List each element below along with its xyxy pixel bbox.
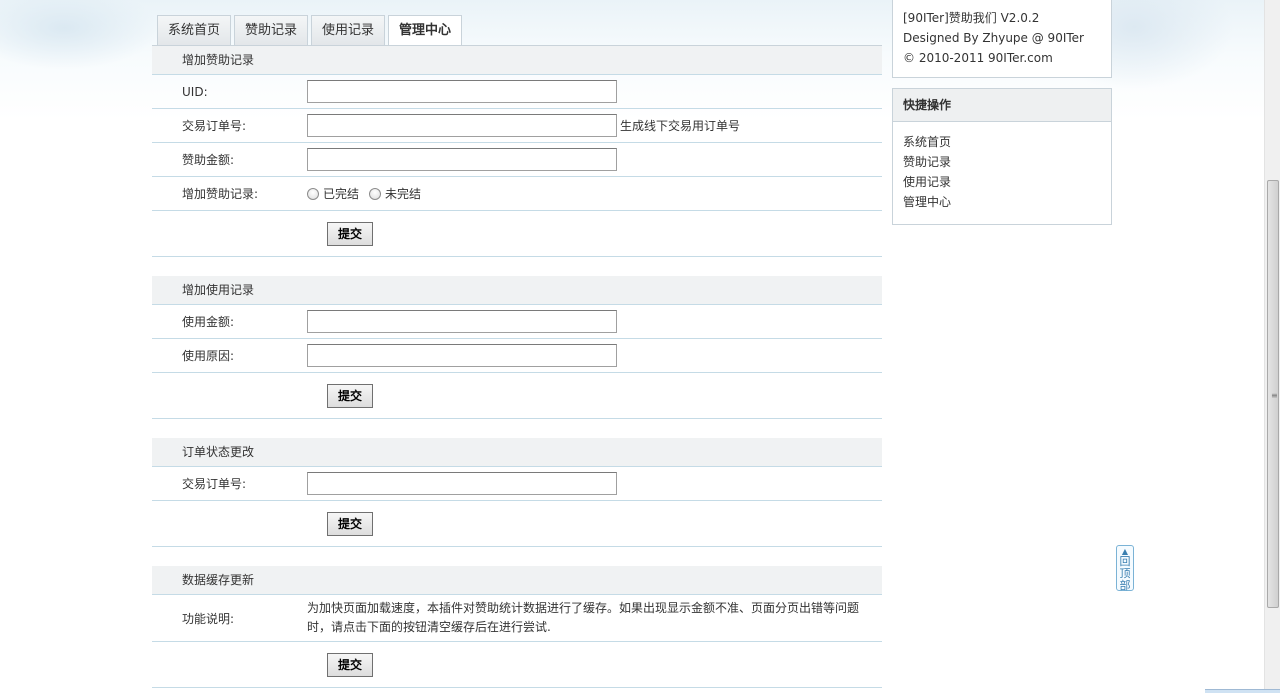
form-row-order: 交易订单号: 生成线下交易用订单号 xyxy=(152,109,882,143)
cache-description-row: 功能说明: 为加快页面加载速度，本插件对赞助统计数据进行了缓存。如果出现显示金额… xyxy=(152,595,882,642)
form-row-amount: 赞助金额: xyxy=(152,143,882,177)
quick-actions-panel: 快捷操作 系统首页 赞助记录 使用记录 管理中心 xyxy=(892,88,1112,225)
status-label: 增加赞助记录: xyxy=(182,187,259,201)
uid-input[interactable] xyxy=(307,80,617,103)
status-order-input[interactable] xyxy=(307,472,617,495)
order-number-input[interactable] xyxy=(307,114,617,137)
order-number-label: 交易订单号: xyxy=(182,119,247,133)
radio-incomplete-label: 未完结 xyxy=(385,187,422,201)
radio-incomplete-circle[interactable] xyxy=(369,187,382,200)
form-row-status: 增加赞助记录: 已完结 未完结 xyxy=(152,177,882,211)
scrollbar-thumb[interactable]: ≡ xyxy=(1267,180,1279,608)
form-row-usage-amount: 使用金额: xyxy=(152,305,882,339)
plugin-info-box: [90ITer]赞助我们 V2.0.2 Designed By Zhyupe @… xyxy=(892,0,1112,78)
generate-order-link[interactable]: 生成线下交易用订单号 xyxy=(620,117,740,134)
radio-completed[interactable]: 已完结 xyxy=(307,185,359,202)
quick-link-home[interactable]: 系统首页 xyxy=(903,132,1101,152)
back-to-top-label: 回顶部 xyxy=(1119,555,1131,592)
tab-home[interactable]: 系统首页 xyxy=(157,15,232,46)
radio-incomplete[interactable]: 未完结 xyxy=(369,185,421,202)
tab-bar: 系统首页 赞助记录 使用记录 管理中心 xyxy=(157,15,463,47)
submit-button-cache[interactable]: 提交 xyxy=(327,652,373,677)
quick-actions-title: 快捷操作 xyxy=(893,89,1111,122)
submit-row-add-sponsor: 提交 xyxy=(152,211,882,257)
main-content: 增加赞助记录 UID: 交易订单号: 生成线下交易用订单号 赞助金额: 增加赞助… xyxy=(152,46,882,688)
usage-amount-input[interactable] xyxy=(307,310,617,333)
form-row-status-order: 交易订单号: xyxy=(152,467,882,501)
usage-reason-input[interactable] xyxy=(307,344,617,367)
submit-button-add-sponsor[interactable]: 提交 xyxy=(327,221,373,246)
status-order-label: 交易订单号: xyxy=(182,477,247,491)
plugin-designer: Designed By Zhyupe @ 90ITer xyxy=(903,31,1084,45)
submit-row-cache: 提交 xyxy=(152,642,882,688)
section-title-add-sponsor: 增加赞助记录 xyxy=(152,46,882,75)
usage-amount-label: 使用金额: xyxy=(182,315,235,329)
page-scrollbar[interactable]: ≡ xyxy=(1264,0,1280,693)
back-to-top-button[interactable]: ▲ 回顶部 xyxy=(1116,545,1134,592)
section-title-cache-update: 数据缓存更新 xyxy=(152,566,882,595)
cache-description-text: 为加快页面加载速度，本插件对赞助统计数据进行了缓存。如果出现显示金额不准、页面分… xyxy=(307,601,860,634)
cache-description-label: 功能说明: xyxy=(182,611,235,626)
sponsor-amount-label: 赞助金额: xyxy=(182,153,235,167)
section-title-add-usage: 增加使用记录 xyxy=(152,276,882,305)
tab-usage-records[interactable]: 使用记录 xyxy=(311,15,386,46)
quick-link-usage-records[interactable]: 使用记录 xyxy=(903,172,1101,192)
plugin-copyright: © 2010-2011 90ITer.com xyxy=(903,51,1053,65)
submit-row-add-usage: 提交 xyxy=(152,373,882,419)
section-title-order-status: 订单状态更改 xyxy=(152,438,882,467)
form-row-uid: UID: xyxy=(152,75,882,109)
radio-completed-label: 已完结 xyxy=(323,187,360,201)
submit-button-order-status[interactable]: 提交 xyxy=(327,511,373,536)
grip-icon: ≡ xyxy=(1271,391,1278,400)
plugin-version: [90ITer]赞助我们 V2.0.2 xyxy=(903,11,1040,25)
tab-sponsor-records[interactable]: 赞助记录 xyxy=(234,15,309,46)
tab-admin-center[interactable]: 管理中心 xyxy=(388,15,463,47)
submit-button-add-usage[interactable]: 提交 xyxy=(327,383,373,408)
usage-reason-label: 使用原因: xyxy=(182,349,235,363)
quick-link-admin-center[interactable]: 管理中心 xyxy=(903,192,1101,212)
submit-row-order-status: 提交 xyxy=(152,501,882,547)
quick-actions-list: 系统首页 赞助记录 使用记录 管理中心 xyxy=(893,122,1111,222)
radio-completed-circle[interactable] xyxy=(307,187,319,200)
quick-link-sponsor-records[interactable]: 赞助记录 xyxy=(903,152,1101,172)
status-strip xyxy=(1205,689,1280,693)
uid-label: UID: xyxy=(182,84,208,99)
form-row-usage-reason: 使用原因: xyxy=(152,339,882,373)
sponsor-amount-input[interactable] xyxy=(307,148,617,171)
